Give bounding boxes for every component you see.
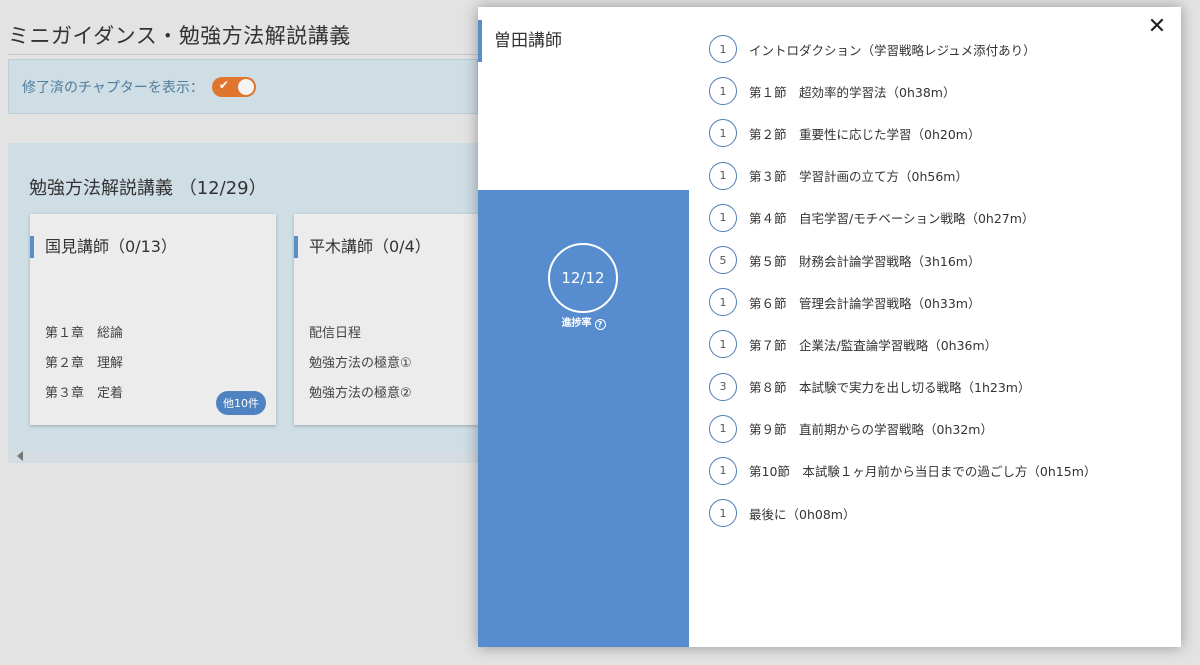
modal-teacher-name: 曽田講師 xyxy=(478,20,689,62)
count-badge: 1 xyxy=(709,119,737,148)
completed-filter-bar: 修了済のチャプターを表示： ✔ xyxy=(8,59,478,114)
count-badge: 1 xyxy=(709,499,737,528)
chapter-title: 第５節 財務会計論学習戦略（3h16m） xyxy=(749,253,981,269)
chapter-title: 第１節 超効率的学習法（0h38m） xyxy=(749,84,956,100)
chapter-item[interactable]: 1 最後に（0h08m） xyxy=(709,492,1096,534)
chapter-preview-list: 配信日程 勉強方法の極意① 勉強方法の極意② xyxy=(309,324,412,414)
list-item[interactable]: 第２章 理解 xyxy=(45,354,123,384)
show-completed-toggle[interactable]: ✔ xyxy=(211,76,256,97)
check-icon: ✔ xyxy=(218,77,229,92)
progress-label-text: 進捗率 xyxy=(561,318,592,329)
chapter-title: 第３節 学習計画の立て方（0h56m） xyxy=(749,169,968,185)
chapter-title: 第７節 企業法/監査論学習戦略（0h36m） xyxy=(749,337,998,353)
chapter-title: 第９節 直前期からの学習戦略（0h32m） xyxy=(749,422,993,438)
chapter-item[interactable]: 1 イントロダクション（学習戦略レジュメ添付あり） xyxy=(709,28,1096,70)
close-button[interactable]: ✕ xyxy=(1145,15,1169,39)
chapter-title: イントロダクション（学習戦略レジュメ添付あり） xyxy=(749,42,1036,58)
count-badge: 1 xyxy=(709,35,737,64)
course-panel: 勉強方法解説講義 （12/29） 国見講師（0/13） 第１章 総論 第２章 理… xyxy=(8,143,478,463)
chapter-modal: 曽田講師 12/12 進捗率? ✕ 1 イントロダクション（学習戦略レジュメ添付あ… xyxy=(478,7,1181,647)
toggle-knob xyxy=(237,78,254,95)
course-title: 勉強方法解説講義 （12/29） xyxy=(29,178,267,199)
list-item[interactable]: 勉強方法の極意① xyxy=(309,354,412,384)
progress-panel: 12/12 進捗率? xyxy=(478,190,689,647)
count-badge: 1 xyxy=(709,456,737,485)
chapter-title: 第２節 重要性に応じた学習（0h20m） xyxy=(749,126,981,142)
chapter-item[interactable]: 1 第９節 直前期からの学習戦略（0h32m） xyxy=(709,408,1096,450)
progress-value: 12/12 xyxy=(561,269,605,287)
chapter-item[interactable]: 1 第１節 超効率的学習法（0h38m） xyxy=(709,70,1096,112)
chapter-title: 第４節 自宅学習/モチベーション戦略（0h27m） xyxy=(749,211,1035,227)
count-badge: 1 xyxy=(709,288,737,317)
chapter-item[interactable]: 1 第４節 自宅学習/モチベーション戦略（0h27m） xyxy=(709,197,1096,239)
teacher-card-hiraki[interactable]: 平木講師（0/4） 配信日程 勉強方法の極意① 勉強方法の極意② xyxy=(294,214,478,425)
teacher-card-kunimi[interactable]: 国見講師（0/13） 第１章 総論 第２章 理解 第３章 定着 他10件 xyxy=(30,214,276,425)
horizontal-scrollbar[interactable] xyxy=(8,452,478,463)
chapter-list: 1 イントロダクション（学習戦略レジュメ添付あり） 1 第１節 超効率的学習法（0h… xyxy=(709,28,1096,534)
chapter-item[interactable]: 5 第５節 財務会計論学習戦略（3h16m） xyxy=(709,239,1096,281)
count-badge: 3 xyxy=(709,372,737,401)
chapter-item[interactable]: 1 第７節 企業法/監査論学習戦略（0h36m） xyxy=(709,323,1096,365)
count-badge: 5 xyxy=(709,246,737,275)
progress-label: 進捗率? xyxy=(478,314,689,330)
chapter-item[interactable]: 1 第３節 学習計画の立て方（0h56m） xyxy=(709,155,1096,197)
page-title: ミニガイダンス・勉強方法解説講義 xyxy=(8,20,478,55)
count-badge: 1 xyxy=(709,161,737,190)
chapter-item[interactable]: 3 第８節 本試験で実力を出し切る戦略（1h23m） xyxy=(709,366,1096,408)
chapter-title: 最後に（0h08m） xyxy=(749,506,856,522)
count-badge: 1 xyxy=(709,203,737,232)
count-badge: 1 xyxy=(709,77,737,106)
list-item[interactable]: 第３章 定着 xyxy=(45,384,123,414)
toggle-label: 修了済のチャプターを表示： xyxy=(22,79,204,96)
more-badge[interactable]: 他10件 xyxy=(216,391,266,415)
chapter-title: 第６節 管理会計論学習戦略（0h33m） xyxy=(749,295,981,311)
list-item[interactable]: 第１章 総論 xyxy=(45,324,123,354)
chapter-preview-list: 第１章 総論 第２章 理解 第３章 定着 xyxy=(45,324,123,414)
chapter-item[interactable]: 1 第10節 本試験１ヶ月前から当日までの過ごし方（0h15m） xyxy=(709,450,1096,492)
teacher-name: 国見講師（0/13） xyxy=(30,236,177,258)
chapter-title: 第８節 本試験で実力を出し切る戦略（1h23m） xyxy=(749,380,1031,396)
count-badge: 1 xyxy=(709,330,737,359)
scroll-left-arrow-icon[interactable] xyxy=(17,451,23,461)
list-item[interactable]: 勉強方法の極意② xyxy=(309,384,412,414)
chapter-title: 第10節 本試験１ヶ月前から当日までの過ごし方（0h15m） xyxy=(749,464,1097,480)
chapter-item[interactable]: 1 第２節 重要性に応じた学習（0h20m） xyxy=(709,112,1096,154)
modal-sidebar: 曽田講師 12/12 進捗率? xyxy=(478,7,689,647)
help-icon[interactable]: ? xyxy=(594,319,606,330)
progress-ring: 12/12 xyxy=(548,243,618,313)
count-badge: 1 xyxy=(709,414,737,443)
teacher-name: 平木講師（0/4） xyxy=(294,236,431,258)
chapter-item[interactable]: 1 第６節 管理会計論学習戦略（0h33m） xyxy=(709,281,1096,323)
list-item[interactable]: 配信日程 xyxy=(309,324,412,354)
